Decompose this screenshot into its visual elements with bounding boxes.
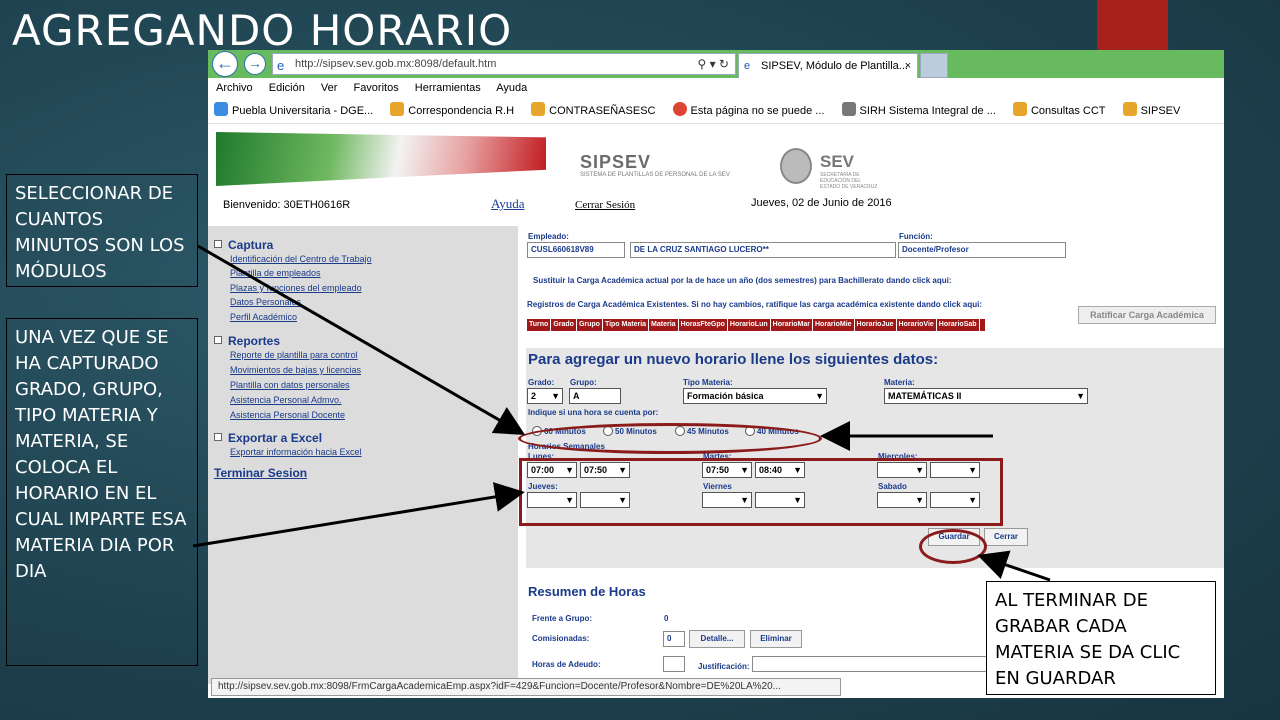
callout-minutes: SELECCIONAR DE CUANTOS MINUTOS SON LOS M… — [6, 174, 198, 287]
callout-schedule: UNA VEZ QUE SE HA CAPTURADO GRADO, GRUPO… — [6, 318, 198, 666]
callout-save: AL TERMINAR DE GRABAR CADA MATERIA SE DA… — [986, 581, 1216, 695]
arrow-to-guardar — [977, 550, 1051, 582]
arrow-to-minutes — [197, 244, 526, 436]
arrow-to-schedule — [192, 482, 525, 548]
